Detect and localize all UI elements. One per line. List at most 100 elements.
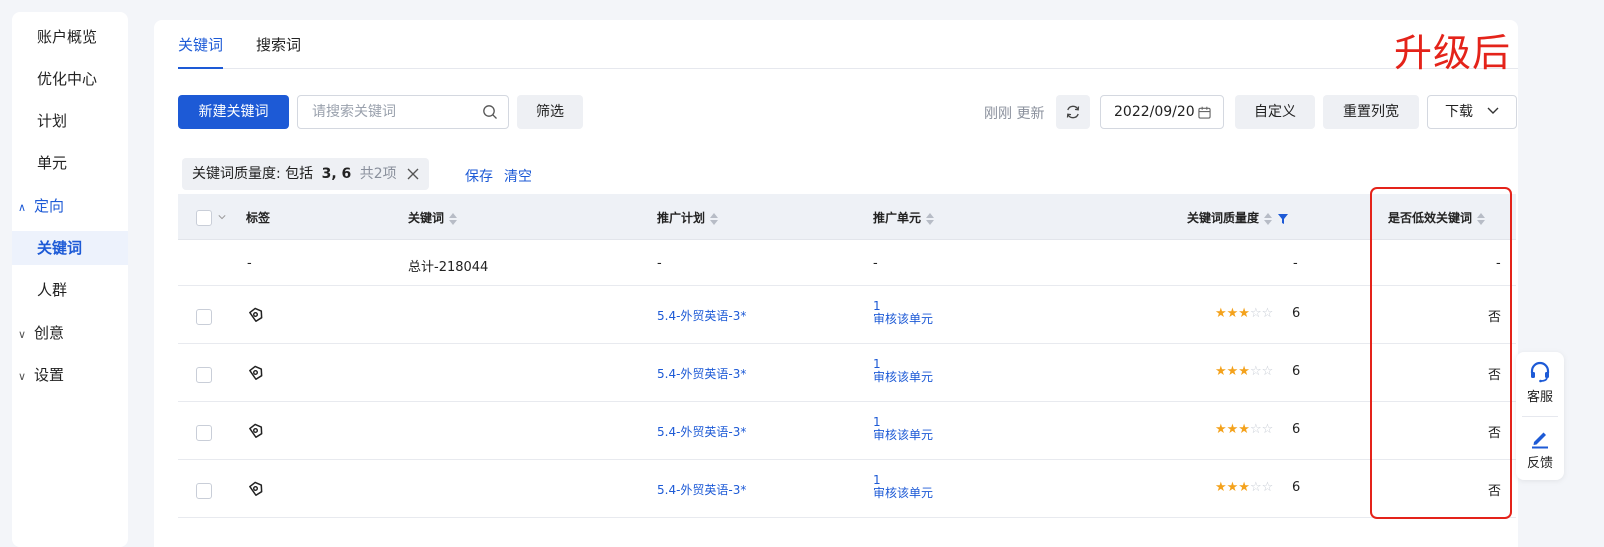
sort-icon[interactable] <box>1264 212 1273 225</box>
table-row: 5.4-外贸英语-3* 1 审核该单元 ★★★☆☆ 6 否 <box>178 402 1516 460</box>
sidebar-item-audience[interactable]: 人群 <box>12 273 128 307</box>
review-unit-link[interactable]: 审核该单元 <box>873 371 933 384</box>
calendar-icon <box>1198 106 1211 119</box>
customer-service-button[interactable]: 客服 <box>1516 360 1564 405</box>
total-tag: - <box>247 256 252 271</box>
quality-score: 6 <box>1292 480 1301 495</box>
highlight-box-low-efficiency-column <box>1370 187 1512 519</box>
date-value: 2022/09/20 <box>1114 104 1195 120</box>
quality-stars: ★★★☆☆ <box>1215 422 1274 437</box>
divider <box>1522 416 1558 417</box>
plan-link[interactable]: 5.4-外贸英语-3* <box>657 423 746 440</box>
feedback-label: 反馈 <box>1526 456 1553 471</box>
sidebar-group-targeting[interactable]: ∧ 定向 <box>12 189 128 223</box>
refresh-icon <box>1066 105 1080 119</box>
download-button[interactable]: 下载 <box>1427 95 1517 129</box>
date-picker[interactable]: 2022/09/20 <box>1100 95 1224 129</box>
clear-filter-link[interactable]: 清空 <box>504 166 532 186</box>
sidebar-item-unit[interactable]: 单元 <box>12 146 128 180</box>
filter-count: 共2项 <box>359 166 397 182</box>
row-checkbox[interactable] <box>196 425 212 441</box>
table-row-total: - 总计-218044 - - - - <box>178 240 1516 286</box>
search-box <box>297 95 509 129</box>
custom-columns-button[interactable]: 自定义 <box>1235 95 1315 129</box>
close-icon[interactable] <box>407 168 419 180</box>
tag-icon[interactable] <box>246 480 264 498</box>
floating-service-panel: 客服 反馈 <box>1516 352 1564 480</box>
plan-link[interactable]: 5.4-外贸英语-3* <box>657 365 746 382</box>
tag-icon[interactable] <box>246 306 264 324</box>
search-input[interactable] <box>312 96 482 128</box>
sidebar-item-label: 创意 <box>34 324 65 342</box>
tab-bar: 关键词 搜索词 <box>178 20 1518 69</box>
chevron-down-icon: ∨ <box>18 370 27 383</box>
sidebar-item-label: 定向 <box>34 197 65 215</box>
column-header-label: 关键词质量度 <box>1187 211 1260 225</box>
column-header-label: 关键词 <box>408 211 445 225</box>
sidebar-item-plan[interactable]: 计划 <box>12 104 128 138</box>
search-icon[interactable] <box>482 104 498 120</box>
total-quality: - <box>1293 256 1298 271</box>
filter-values: 3, 6 <box>321 166 352 182</box>
upgrade-annotation: 升级后 <box>1394 31 1512 75</box>
sidebar-item-label: 设置 <box>34 366 65 384</box>
tag-icon[interactable] <box>246 422 264 440</box>
sidebar-item-keywords[interactable]: 关键词 <box>12 231 128 265</box>
sidebar-item-optimization[interactable]: 优化中心 <box>12 62 128 96</box>
table-row: 5.4-外贸英语-3* 1 审核该单元 ★★★☆☆ 6 否 <box>178 286 1516 344</box>
chevron-up-icon: ∧ <box>18 201 27 214</box>
column-header-label: 推广单元 <box>873 211 922 225</box>
plan-link[interactable]: 5.4-外贸英语-3* <box>657 307 746 324</box>
tab-keywords[interactable]: 关键词 <box>178 34 224 69</box>
updated-status: 刚刚 更新 <box>984 106 1045 122</box>
table-row: 5.4-外贸英语-3* 1 审核该单元 ★★★☆☆ 6 否 <box>178 460 1516 518</box>
review-unit-link[interactable]: 审核该单元 <box>873 487 933 500</box>
sidebar-item-account-overview[interactable]: 账户概览 <box>12 20 128 54</box>
headset-icon <box>1530 361 1550 383</box>
review-unit-link[interactable]: 审核该单元 <box>873 313 933 326</box>
filter-operator: 包括 <box>285 166 314 182</box>
chevron-down-icon <box>1487 107 1499 114</box>
table-header: 标签 关键词 推广计划 推广单元 关键词质量度 是否低效关键词 <box>178 194 1516 240</box>
feedback-button[interactable]: 反馈 <box>1516 426 1564 471</box>
filter-button[interactable]: 筛选 <box>517 95 583 129</box>
sort-icon[interactable] <box>449 212 458 225</box>
save-filter-link[interactable]: 保存 <box>465 166 493 186</box>
total-keyword: 总计-218044 <box>408 260 489 275</box>
tab-search-terms[interactable]: 搜索词 <box>256 34 301 69</box>
quality-score: 6 <box>1292 364 1301 379</box>
new-keyword-button[interactable]: 新建关键词 <box>178 95 289 129</box>
row-checkbox[interactable] <box>196 483 212 499</box>
column-header-plan[interactable]: 推广计划 <box>657 209 719 226</box>
sidebar-group-settings[interactable]: ∨ 设置 <box>12 358 128 392</box>
sidebar: 账户概览 优化中心 计划 单元 ∧ 定向 关键词 人群 ∨ 创意 ∨ 设置 <box>12 12 128 547</box>
sort-icon[interactable] <box>710 212 719 225</box>
sort-icon[interactable] <box>926 212 935 225</box>
row-checkbox[interactable] <box>196 309 212 325</box>
reset-column-width-button[interactable]: 重置列宽 <box>1323 95 1419 129</box>
select-all-checkbox[interactable] <box>196 210 212 226</box>
column-header-quality[interactable]: 关键词质量度 <box>1187 209 1289 226</box>
row-checkbox[interactable] <box>196 367 212 383</box>
filter-funnel-icon[interactable] <box>1278 213 1289 224</box>
total-unit: - <box>873 256 878 271</box>
download-label: 下载 <box>1445 104 1473 120</box>
sidebar-item-label: 计划 <box>37 112 68 130</box>
quality-score: 6 <box>1292 422 1301 437</box>
chevron-down-icon[interactable] <box>218 214 226 220</box>
refresh-button[interactable] <box>1056 95 1090 129</box>
edit-icon <box>1532 432 1548 449</box>
sidebar-item-label: 人群 <box>37 281 68 299</box>
sidebar-item-label: 优化中心 <box>37 70 98 88</box>
sidebar-group-creative[interactable]: ∨ 创意 <box>12 316 128 350</box>
plan-link[interactable]: 5.4-外贸英语-3* <box>657 481 746 498</box>
chevron-down-icon: ∨ <box>18 328 27 341</box>
column-header-keyword[interactable]: 关键词 <box>408 209 458 226</box>
review-unit-link[interactable]: 审核该单元 <box>873 429 933 442</box>
column-header-unit[interactable]: 推广单元 <box>873 209 935 226</box>
active-filter-chip[interactable]: 关键词质量度: 包括 3, 6 共2项 <box>182 158 430 190</box>
quality-stars: ★★★☆☆ <box>1215 306 1274 321</box>
total-plan: - <box>657 256 662 271</box>
tag-icon[interactable] <box>246 364 264 382</box>
unit-cell: 1 审核该单元 <box>873 474 933 500</box>
